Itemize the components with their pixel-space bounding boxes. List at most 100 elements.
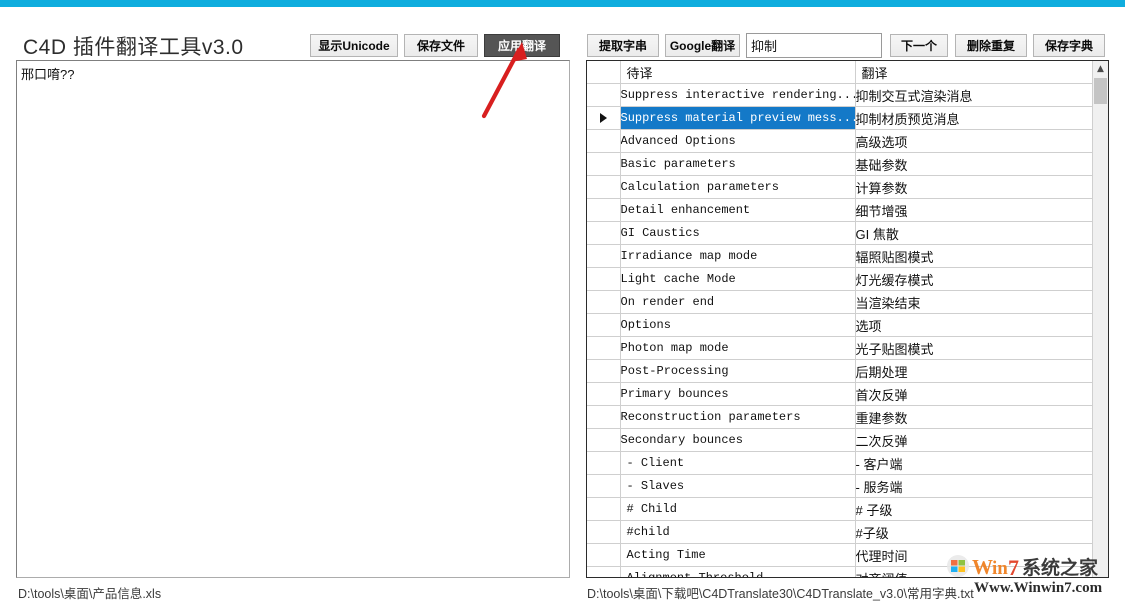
show-unicode-button[interactable]: 显示Unicode: [310, 34, 398, 57]
cell-target[interactable]: - 服务端: [855, 474, 1092, 498]
row-marker-cell: [587, 152, 621, 176]
cell-target[interactable]: 高级选项: [855, 129, 1092, 153]
table-row[interactable]: #child #子级: [587, 520, 1092, 544]
cell-target[interactable]: 首次反弹: [855, 382, 1092, 406]
cell-source[interactable]: # Child: [620, 497, 856, 521]
table-row[interactable]: Acting Time 代理时间: [587, 543, 1092, 567]
row-marker-cell: [587, 175, 621, 199]
cell-target[interactable]: 重建参数: [855, 405, 1092, 429]
table-row[interactable]: Reconstruction parameters 重建参数: [587, 405, 1092, 429]
source-text-editor[interactable]: 邢口唷??: [16, 60, 570, 578]
table-header-row: 待译 翻译: [587, 61, 1092, 84]
scroll-up-arrow-icon[interactable]: ▲: [1093, 61, 1108, 77]
cell-target[interactable]: # 子级: [855, 497, 1092, 521]
cell-target[interactable]: 代理时间: [855, 543, 1092, 567]
table-row[interactable]: GI Caustics GI 焦散: [587, 221, 1092, 245]
cell-target[interactable]: - 客户端: [855, 451, 1092, 475]
table-row[interactable]: Suppress material preview mess... 抑制材质预览消…: [587, 106, 1092, 130]
cell-source[interactable]: On render end: [620, 290, 856, 314]
row-marker-cell: [587, 336, 621, 360]
save-dictionary-button[interactable]: 保存字典: [1033, 34, 1105, 57]
table-row[interactable]: Primary bounces 首次反弹: [587, 382, 1092, 406]
cell-source[interactable]: Primary bounces: [620, 382, 856, 406]
cell-target[interactable]: 抑制材质预览消息: [855, 106, 1092, 130]
search-input[interactable]: 抑制: [746, 33, 882, 58]
scrollbar-thumb[interactable]: [1094, 78, 1107, 104]
cell-source[interactable]: Acting Time: [620, 543, 856, 567]
cell-target[interactable]: GI 焦散: [855, 221, 1092, 245]
extract-string-button[interactable]: 提取字串: [587, 34, 659, 57]
row-marker-cell: [587, 106, 621, 130]
table-row[interactable]: Post-Processing 后期处理: [587, 359, 1092, 383]
status-bar-right-path: D:\tools\桌面\下载吧\C4DTranslate30\C4DTransl…: [587, 587, 974, 601]
cell-target[interactable]: 抑制交互式渲染消息: [855, 83, 1092, 107]
cell-source[interactable]: Secondary bounces: [620, 428, 856, 452]
column-header-target: 翻译: [855, 61, 1092, 84]
translation-grid: 待译 翻译 Suppress interactive rendering... 抑…: [586, 60, 1109, 578]
cell-source[interactable]: Post-Processing: [620, 359, 856, 383]
cell-target[interactable]: 当渲染结束: [855, 290, 1092, 314]
table-row[interactable]: Secondary bounces 二次反弹: [587, 428, 1092, 452]
table-row[interactable]: - Client - 客户端: [587, 451, 1092, 475]
cell-source[interactable]: Irradiance map mode: [620, 244, 856, 268]
row-marker-cell: [587, 474, 621, 498]
row-marker-cell: [587, 313, 621, 337]
cell-target[interactable]: 后期处理: [855, 359, 1092, 383]
table-row[interactable]: Calculation parameters 计算参数: [587, 175, 1092, 199]
apply-translation-button[interactable]: 应用翻译: [484, 34, 560, 57]
cell-source[interactable]: - Slaves: [620, 474, 856, 498]
table-row[interactable]: On render end 当渲染结束: [587, 290, 1092, 314]
cell-target[interactable]: 二次反弹: [855, 428, 1092, 452]
row-marker-cell: [587, 451, 621, 475]
row-marker-cell: [587, 543, 621, 567]
table-row[interactable]: Suppress interactive rendering... 抑制交互式渲染…: [587, 83, 1092, 107]
remove-duplicates-button[interactable]: 删除重复: [955, 34, 1027, 57]
cell-source[interactable]: GI Caustics: [620, 221, 856, 245]
cell-source[interactable]: Light cache Mode: [620, 267, 856, 291]
cell-target[interactable]: 灯光缓存模式: [855, 267, 1092, 291]
cell-source[interactable]: Photon map mode: [620, 336, 856, 360]
row-marker-cell: [587, 497, 621, 521]
table-row[interactable]: - Slaves - 服务端: [587, 474, 1092, 498]
cell-target[interactable]: 辐照贴图模式: [855, 244, 1092, 268]
cell-target[interactable]: 基础参数: [855, 152, 1092, 176]
cell-source[interactable]: Calculation parameters: [620, 175, 856, 199]
cell-target[interactable]: 选项: [855, 313, 1092, 337]
row-marker-cell: [587, 566, 621, 577]
cell-target[interactable]: 计算参数: [855, 175, 1092, 199]
cell-source[interactable]: Basic parameters: [620, 152, 856, 176]
google-translate-button[interactable]: Google翻译: [665, 34, 740, 57]
cell-source[interactable]: Options: [620, 313, 856, 337]
cell-source[interactable]: Alignment Threshold: [620, 566, 856, 577]
cell-source[interactable]: - Client: [620, 451, 856, 475]
grid-vertical-scrollbar[interactable]: ▲: [1092, 61, 1108, 577]
cell-source[interactable]: Advanced Options: [620, 129, 856, 153]
table-row[interactable]: Options 选项: [587, 313, 1092, 337]
cell-source[interactable]: #child: [620, 520, 856, 544]
cell-source[interactable]: Suppress material preview mess...: [620, 106, 856, 130]
table-row[interactable]: Alignment Threshold对齐阈值: [587, 566, 1092, 577]
table-row[interactable]: Light cache Mode 灯光缓存模式: [587, 267, 1092, 291]
table-row[interactable]: Detail enhancement 细节增强: [587, 198, 1092, 222]
next-button[interactable]: 下一个: [890, 34, 948, 57]
cell-source[interactable]: Suppress interactive rendering...: [620, 83, 856, 107]
window-accent-bar: [0, 0, 1125, 7]
table-row[interactable]: Advanced Options 高级选项: [587, 129, 1092, 153]
row-marker-cell: [587, 129, 621, 153]
cell-target[interactable]: #子级: [855, 520, 1092, 544]
cell-target[interactable]: 对齐阈值: [855, 566, 1092, 577]
translation-table: 待译 翻译 Suppress interactive rendering... 抑…: [587, 61, 1092, 577]
cell-source[interactable]: Reconstruction parameters: [620, 405, 856, 429]
table-body: Suppress interactive rendering... 抑制交互式渲染…: [587, 83, 1092, 577]
table-row[interactable]: Irradiance map mode 辐照贴图模式: [587, 244, 1092, 268]
table-row[interactable]: # Child # 子级: [587, 497, 1092, 521]
row-selected-triangle-icon: [599, 112, 607, 123]
source-text-content: 邢口唷??: [21, 67, 75, 82]
table-row[interactable]: Basic parameters 基础参数: [587, 152, 1092, 176]
save-file-button[interactable]: 保存文件: [404, 34, 478, 57]
table-row[interactable]: Photon map mode 光子贴图模式: [587, 336, 1092, 360]
cell-target[interactable]: 细节增强: [855, 198, 1092, 222]
cell-target[interactable]: 光子贴图模式: [855, 336, 1092, 360]
row-marker-cell: [587, 428, 621, 452]
cell-source[interactable]: Detail enhancement: [620, 198, 856, 222]
